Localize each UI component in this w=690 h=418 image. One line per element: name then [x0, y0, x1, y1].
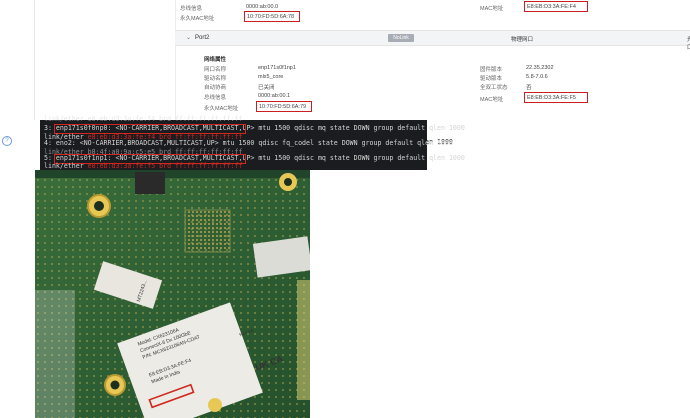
detail-label: 总线信息 — [204, 95, 227, 101]
mac-label: MAC地址 — [480, 6, 504, 12]
detail-value: 0000:ab:00.1 — [258, 93, 291, 99]
detail-label: 固件版本 — [480, 67, 503, 73]
status-badge: NoLink — [388, 34, 414, 42]
terminal-text: link/ether — [44, 162, 88, 170]
detail-value: enp171s0f1np1 — [258, 65, 296, 71]
pcb-illustration — [35, 170, 310, 418]
terminal-text: mtu 1500 qdisc mq state DOWN group defau… — [254, 124, 465, 132]
detail-value: 否 — [526, 85, 532, 91]
bus-info-label: 总线信息 — [180, 6, 203, 12]
mac-value: E8:EB:D3:3A:FE:F4 — [527, 4, 576, 10]
section-title: 网络属性 — [204, 57, 227, 63]
perm-mac-value: 10:70:FD:5D:6A:78 — [247, 14, 295, 20]
nic-photo: Model: CX623106A ConnectX-6 Dx 100GbE P/… — [35, 170, 310, 418]
detail-label: 驱动名称 — [204, 76, 227, 82]
port2-label: Port2 — [195, 35, 210, 41]
bus-info-value: 0000:ab:00.0 — [246, 4, 279, 10]
terminal-output-lower: 4: eno2: <NO-CARRIER,BROADCAST,MULTICAST… — [40, 139, 465, 170]
detail-label: MAC地址 — [480, 97, 504, 103]
help-icon[interactable]: ? — [2, 136, 12, 146]
detail-label: 网口名称 — [204, 67, 227, 73]
port2-row[interactable]: ⌄ Port2 NoLink 物理网口 光口 — [175, 30, 690, 51]
left-divider — [34, 0, 35, 120]
detail-label: 全双工状态 — [480, 85, 508, 91]
detail-value: 22.35.2302 — [526, 65, 554, 71]
detail-value: 5.8-7.0.6 — [526, 74, 548, 80]
detail-value: mlx5_core — [258, 74, 284, 80]
terminal-line: link/ether e8:eb:d3:3a:fe:f4 brd ff:ff:f… — [44, 115, 243, 123]
terminal-line: 4: eno2: <NO-CARRIER,BROADCAST,MULTICAST… — [44, 139, 453, 147]
terminal-text: mtu 1500 qdisc mq state DOWN group defau… — [254, 154, 465, 162]
port2-type: 物理网口 — [511, 37, 534, 43]
terminal-text: brd ff:ff:ff:ff:ff:ff — [155, 162, 243, 170]
left-gutter — [0, 0, 34, 418]
detail-label: 自动协商 — [204, 85, 227, 91]
detail-value: 已关闭 — [258, 85, 275, 91]
chevron-down-icon[interactable]: ⌄ — [186, 34, 191, 41]
panel-divider — [175, 0, 176, 120]
detail-value: E8:EB:D3:3A:FE:F5 — [527, 95, 576, 101]
perm-mac-label: 永久MAC地址 — [180, 16, 215, 22]
terminal-mac: e8:eb:d3:3a:fe:f5 — [87, 162, 156, 170]
detail-label: 驱动版本 — [480, 76, 503, 82]
detail-label: 永久MAC地址 — [204, 106, 239, 112]
terminal-line: link/ether e8:eb:d3:3a:fe:f5 brd ff:ff:f… — [44, 162, 243, 170]
nic-management-panel: 总线信息 0000:ab:00.0 永久MAC地址 10:70:FD:5D:6A… — [40, 0, 690, 120]
detail-value: 10:70:FD:5D:6A:79 — [259, 104, 307, 110]
